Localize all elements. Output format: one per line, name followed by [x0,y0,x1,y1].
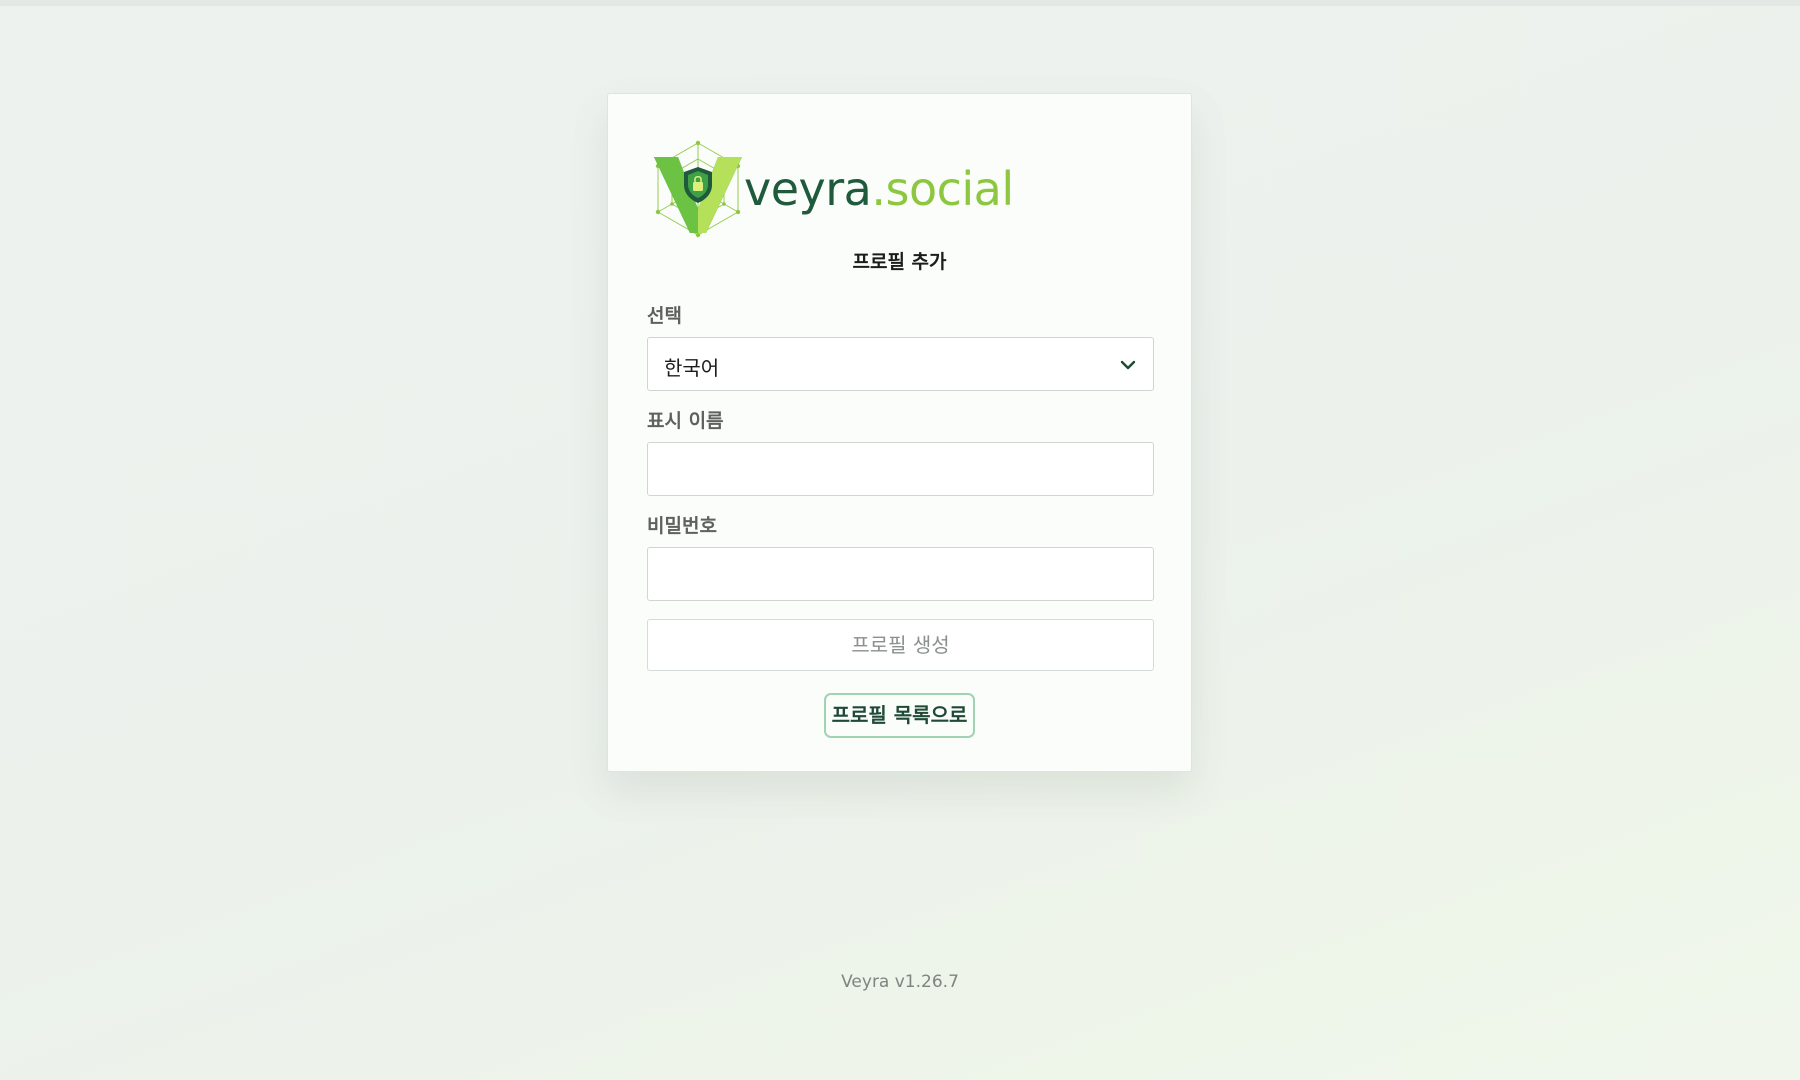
password-input[interactable] [647,547,1154,601]
version-label: Veyra v1.26.7 [841,972,959,992]
password-label: 비밀번호 [647,515,717,537]
veyra-shield-logo-icon [654,140,742,238]
language-select-value: 한국어 [664,356,720,380]
brand-wordmark: veyra.social [744,166,1014,212]
language-select-label: 선택 [647,305,682,327]
brand-name-part1: veyra [744,162,872,216]
add-profile-card: veyra.social 프로필 추가 선택 한국어 표시 이름 비밀번호 프로… [607,93,1192,772]
brand-name-part2: .social [871,162,1014,216]
display-name-label: 표시 이름 [647,410,724,432]
page-title: 프로필 추가 [852,251,947,273]
chevron-down-icon [1120,360,1136,370]
create-profile-button[interactable]: 프로필 생성 [647,619,1154,671]
brand-logo: veyra.social [648,134,1018,244]
language-select[interactable]: 한국어 [647,337,1154,391]
back-to-profiles-button[interactable]: 프로필 목록으로 [824,693,975,738]
display-name-input[interactable] [647,442,1154,496]
top-strip [0,0,1800,6]
